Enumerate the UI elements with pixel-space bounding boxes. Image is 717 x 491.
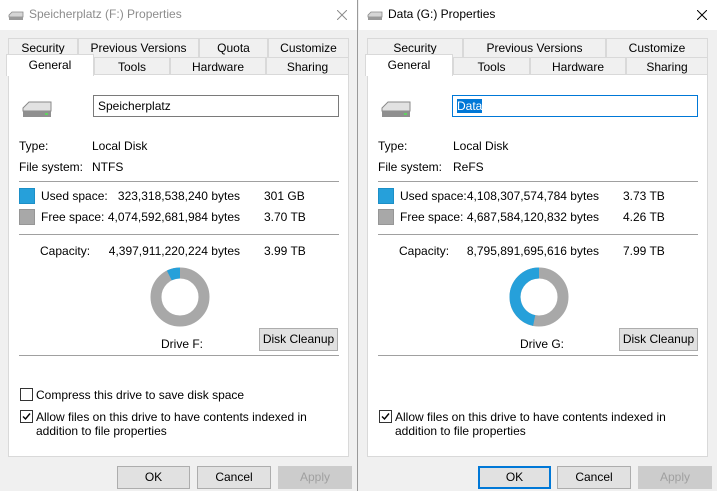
compress-checkbox[interactable] — [20, 388, 33, 401]
properties-window-f: Speicherplatz (F:) Properties Security P… — [0, 0, 358, 491]
index-label: Allow files on this drive to have conten… — [36, 410, 307, 438]
drive-letter-label: Drive G: — [520, 337, 565, 351]
cancel-button[interactable]: Cancel — [557, 466, 631, 489]
file-system-value: ReFS — [453, 160, 484, 174]
used-space-label: Used space: — [400, 189, 467, 203]
drive-icon — [22, 101, 52, 117]
used-space-human: 301 GB — [264, 189, 305, 203]
free-space-swatch — [378, 209, 394, 225]
file-system-value: NTFS — [92, 160, 124, 174]
file-system-label: File system: — [19, 160, 84, 174]
title-bar: Speicherplatz (F:) Properties — [0, 0, 357, 30]
used-space-human: 3.73 TB — [623, 189, 665, 203]
capacity-label: Capacity: — [399, 244, 450, 258]
disk-cleanup-button[interactable]: Disk Cleanup — [259, 328, 338, 351]
drive-name-input[interactable]: Data — [452, 95, 698, 117]
used-space-bytes: 4,108,307,574,784 bytes — [466, 189, 599, 203]
separator — [378, 234, 698, 235]
disk-usage-donut — [509, 267, 569, 327]
type-value: Local Disk — [92, 139, 148, 153]
index-label: Allow files on this drive to have conten… — [395, 410, 666, 438]
index-checkbox[interactable] — [20, 410, 33, 423]
free-space-bytes: 4,074,592,681,984 bytes — [107, 210, 240, 224]
drive-icon — [381, 101, 411, 117]
free-space-human: 3.70 TB — [264, 210, 306, 224]
index-checkbox[interactable] — [379, 410, 392, 423]
apply-button[interactable]: Apply — [638, 466, 712, 489]
type-label: Type: — [19, 139, 49, 153]
cancel-button[interactable]: Cancel — [197, 466, 271, 489]
tab-quota[interactable]: Quota — [199, 38, 268, 57]
used-space-bytes: 323,318,538,240 bytes — [117, 189, 240, 203]
window-title: Speicherplatz (F:) Properties — [29, 7, 182, 21]
file-system-label: File system: — [378, 160, 443, 174]
capacity-human: 7.99 TB — [623, 244, 665, 258]
general-panel: Speicherplatz Type: Local Disk File syst… — [8, 74, 349, 457]
used-space-swatch — [19, 188, 35, 204]
type-label: Type: — [378, 139, 408, 153]
separator — [378, 181, 698, 182]
separator — [378, 355, 698, 356]
tab-previous-versions[interactable]: Previous Versions — [463, 38, 606, 57]
close-icon — [697, 10, 707, 20]
disk-cleanup-button[interactable]: Disk Cleanup — [619, 328, 698, 351]
close-button[interactable] — [687, 0, 717, 30]
drive-name-value: Data — [457, 99, 483, 113]
drive-letter-label: Drive F: — [161, 337, 203, 351]
free-space-label: Free space: — [400, 210, 464, 224]
drive-icon — [367, 11, 383, 20]
used-space-label: Used space: — [41, 189, 108, 203]
separator — [19, 234, 339, 235]
window-title: Data (G:) Properties — [388, 7, 496, 21]
capacity-bytes: 4,397,911,220,224 bytes — [108, 244, 240, 258]
close-button[interactable] — [327, 0, 357, 30]
drive-name-input[interactable]: Speicherplatz — [93, 95, 339, 117]
compress-label: Compress this drive to save disk space — [36, 388, 245, 402]
checkmark-icon — [22, 413, 31, 421]
apply-button[interactable]: Apply — [278, 466, 352, 489]
separator — [19, 355, 339, 356]
capacity-human: 3.99 TB — [264, 244, 306, 258]
tab-customize[interactable]: Customize — [606, 38, 708, 57]
tab-previous-versions[interactable]: Previous Versions — [78, 38, 199, 57]
used-space-swatch — [378, 188, 394, 204]
general-panel: Data Type: Local Disk File system: ReFS … — [367, 74, 708, 457]
free-space-human: 4.26 TB — [623, 210, 665, 224]
capacity-label: Capacity: — [40, 244, 91, 258]
separator — [19, 181, 339, 182]
donut-free — [150, 267, 210, 327]
tab-general[interactable]: General — [365, 54, 453, 76]
ok-button[interactable]: OK — [478, 466, 551, 489]
drive-icon — [8, 11, 24, 20]
free-space-swatch — [19, 209, 35, 225]
type-value: Local Disk — [453, 139, 509, 153]
checkmark-icon — [381, 413, 390, 421]
drive-name-value: Speicherplatz — [98, 99, 171, 113]
properties-window-g: Data (G:) Properties Security Previous V… — [359, 0, 717, 491]
tab-general[interactable]: General — [6, 54, 94, 76]
tab-customize[interactable]: Customize — [268, 38, 349, 57]
ok-button[interactable]: OK — [117, 466, 190, 489]
free-space-bytes: 4,687,584,120,832 bytes — [466, 210, 599, 224]
free-space-label: Free space: — [41, 210, 105, 224]
capacity-bytes: 8,795,891,695,616 bytes — [466, 244, 599, 258]
disk-usage-donut — [150, 267, 210, 327]
title-bar: Data (G:) Properties — [359, 0, 717, 30]
close-icon — [337, 10, 347, 20]
